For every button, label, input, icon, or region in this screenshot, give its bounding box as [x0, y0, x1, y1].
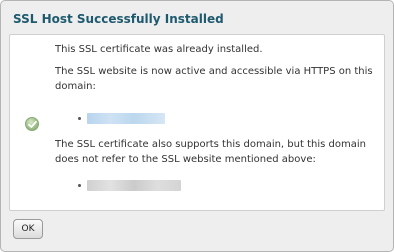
dialog-title: SSL Host Successfully Installed	[13, 12, 224, 26]
message-installed: This SSL certificate was already install…	[55, 44, 263, 55]
success-check-icon	[25, 117, 39, 131]
bullet-active-domain	[78, 117, 81, 120]
ssl-installed-dialog: SSL Host Successfully Installed This SSL…	[0, 0, 394, 252]
other-domain-redacted	[87, 180, 181, 191]
ok-button[interactable]: OK	[13, 219, 43, 239]
message-also-supports: The SSL certificate also supports this d…	[55, 139, 366, 165]
active-domain-link-redacted[interactable]	[87, 113, 165, 124]
message-active: The SSL website is now active and access…	[55, 66, 373, 92]
bullet-other-domain	[78, 184, 81, 187]
dialog-content: This SSL certificate was already install…	[9, 34, 385, 211]
